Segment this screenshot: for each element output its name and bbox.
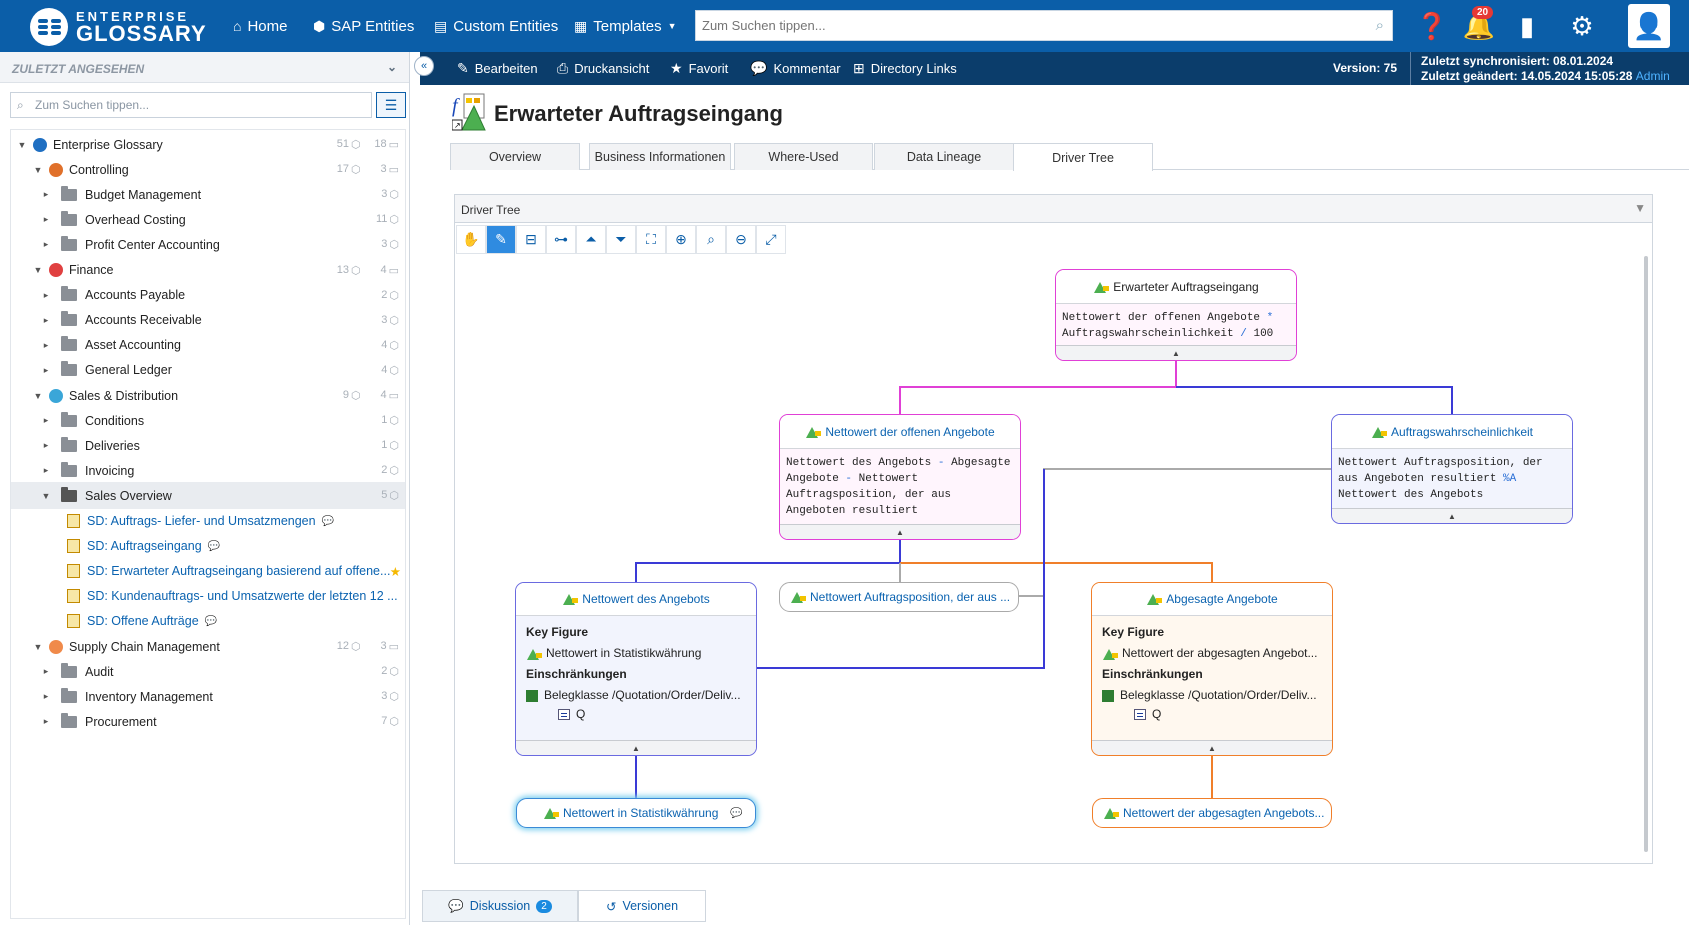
tree-node-order-item-value[interactable]: Nettowert Auftragsposition, der aus ... [779, 582, 1019, 612]
discussion-count-badge: 2 [536, 899, 552, 913]
keyfigure-icon [562, 592, 579, 606]
versions-tab[interactable]: ↺ Versionen [578, 890, 706, 922]
keyfigure-icon [1102, 647, 1118, 661]
tree-leaf-rejected-value[interactable]: Nettowert der abgesagten Angebots... [1092, 798, 1332, 828]
tree-node-open-quotes[interactable]: Nettowert der offenen Angebote Nettowert… [779, 414, 1021, 540]
equals-icon [1134, 708, 1146, 720]
function-node-icon [1093, 280, 1110, 294]
keyfigure-icon [1146, 592, 1163, 606]
characteristic-icon [1102, 689, 1114, 702]
node-collapse-toggle[interactable]: ▲ [1056, 345, 1296, 360]
tree-node-root[interactable]: Erwarteter Auftragseingang Nettowert der… [1055, 269, 1297, 361]
equals-icon [558, 708, 570, 720]
keyfigure-icon [526, 647, 542, 661]
comment-icon: 💬 [730, 807, 743, 819]
characteristic-icon [526, 689, 538, 702]
keyfigure-icon [1103, 806, 1119, 820]
keyfigure-icon [790, 590, 806, 604]
tree-leaf-statistic-currency[interactable]: Nettowert in Statistikwährung 💬 [516, 798, 756, 828]
double-chevron-left-icon: « [420, 60, 428, 72]
history-icon: ↺ [605, 899, 617, 914]
keyfigure-icon [543, 806, 559, 820]
bottom-tabs: 💬 Diskussion 2 ↺ Versionen [422, 890, 706, 922]
function-node-icon [1371, 425, 1387, 439]
discussion-tab[interactable]: 💬 Diskussion 2 [422, 890, 578, 922]
node-collapse-toggle[interactable]: ▲ [516, 740, 756, 755]
collapse-sidebar-button[interactable]: « [414, 56, 434, 76]
node-collapse-toggle[interactable]: ▲ [1092, 740, 1332, 755]
tree-node-rejected-quotes[interactable]: Abgesagte Angebote Key Figure Nettowert … [1091, 582, 1333, 756]
node-collapse-toggle[interactable]: ▲ [780, 524, 1020, 539]
comments-icon: 💬 [448, 898, 464, 913]
function-node-icon [805, 425, 822, 439]
tree-node-quote-value[interactable]: Nettowert des Angebots Key Figure Nettow… [515, 582, 757, 756]
node-collapse-toggle[interactable]: ▲ [1332, 508, 1572, 523]
tree-node-probability[interactable]: Auftragswahrscheinlichkeit Nettowert Auf… [1331, 414, 1573, 524]
